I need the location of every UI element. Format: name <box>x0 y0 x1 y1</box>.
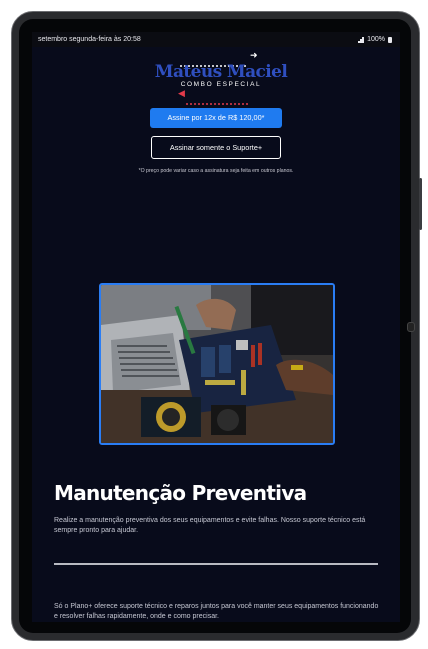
brand-logo: ➜ Mateus Maciel COMBO ESPECIAL ◀ <box>142 50 292 105</box>
status-time: setembro segunda-feira às 20:58 <box>38 36 141 43</box>
arrow-left-icon: ◀ <box>178 88 185 98</box>
screen: setembro segunda-feira às 20:58 100% ➜ M… <box>32 32 400 622</box>
signal-icon <box>358 36 364 43</box>
subscribe-combo-button[interactable]: Assine por 12x de R$ 120,00* <box>150 108 282 128</box>
arrow-right-icon: ➜ <box>250 50 258 60</box>
logo-dots-bottom <box>186 92 258 105</box>
battery-percent: 100% <box>367 36 385 43</box>
camera-icon <box>407 322 415 332</box>
plan-description: Só o Plano+ oferece suporte técnico e re… <box>54 603 379 620</box>
status-bar: setembro segunda-feira às 20:58 100% <box>32 32 400 47</box>
price-note: *O preço pode variar caso a assinatura s… <box>138 168 294 174</box>
photo-illustration <box>101 285 333 443</box>
maintenance-photo <box>99 283 335 445</box>
volume-button <box>419 178 422 230</box>
logo-dots-top <box>180 54 252 67</box>
section-title: Manutenção Preventiva <box>54 481 307 505</box>
section-description: Realize a manutenção preventiva dos seus… <box>54 517 366 534</box>
battery-icon <box>388 36 392 43</box>
subscribe-support-button[interactable]: Assinar somente o Suporte+ <box>151 136 281 159</box>
status-right: 100% <box>358 32 392 47</box>
logo-subtitle: COMBO ESPECIAL <box>180 81 262 88</box>
divider <box>54 563 378 565</box>
logo-title: Mateus Maciel <box>154 62 288 82</box>
